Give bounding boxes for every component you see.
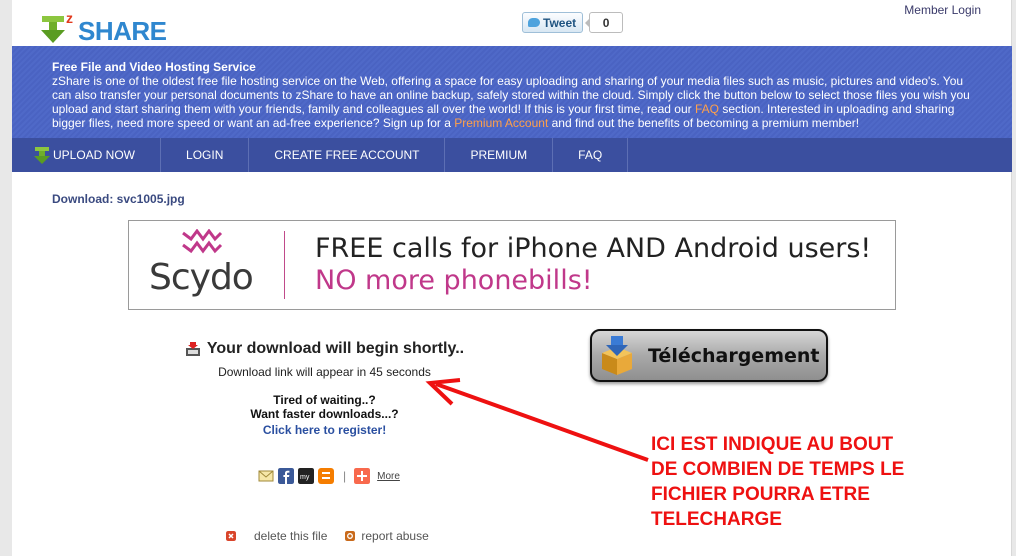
download-box-icon: [602, 335, 632, 375]
download-headline-text: Your download will begin shortly..: [206, 340, 465, 357]
download-file-title: Download: svc1005.jpg: [52, 192, 185, 206]
faster-text: Want faster downloads...?: [250, 407, 399, 421]
email-icon[interactable]: [258, 468, 274, 484]
download-arrow-icon: [41, 16, 65, 43]
twitter-bird-icon: [528, 18, 540, 27]
download-countdown-box: Your download will begin shortly.. Downl…: [162, 340, 487, 439]
annotation-line-4: TELECHARGE: [651, 509, 782, 530]
intro-title: Free File and Video Hosting Service: [52, 60, 256, 74]
scydo-ad-banner[interactable]: Scydo FREE calls for iPhone AND Android …: [128, 220, 896, 310]
zshare-logo[interactable]: z SHARE: [40, 10, 170, 46]
nav-create-account[interactable]: CREATE FREE ACCOUNT: [249, 138, 446, 172]
annotation-line-3: FICHIER POURRA ETRE: [651, 484, 870, 505]
delete-icon: [226, 531, 236, 541]
tweet-widget: Tweet 0: [522, 12, 624, 33]
myspace-icon[interactable]: my: [298, 468, 314, 484]
nav-upload-now-label: UPLOAD NOW: [53, 148, 136, 162]
tired-of-waiting-text: Tired of waiting..? Want faster download…: [162, 393, 487, 421]
countdown-text: Download link will appear in 45 seconds: [218, 365, 431, 379]
ad-line-1: FREE calls for iPhone AND Android users!: [315, 233, 872, 264]
more-plus-icon[interactable]: [354, 468, 371, 484]
tired-text: Tired of waiting..?: [273, 393, 376, 407]
nav-faq[interactable]: FAQ: [553, 138, 629, 172]
file-actions: delete this file report abuse: [226, 529, 429, 543]
facebook-icon[interactable]: [278, 468, 294, 484]
telechargement-button[interactable]: Téléchargement: [590, 329, 828, 382]
ad-divider: [284, 231, 285, 299]
share-separator: |: [343, 469, 347, 483]
blogger-icon[interactable]: [318, 468, 334, 484]
svg-text:my: my: [300, 474, 310, 481]
download-headline: Your download will begin shortly..: [162, 340, 487, 358]
ad-line-2: NO more phonebills!: [315, 265, 593, 296]
annotation-line-1: ICI EST INDIQUE AU BOUT: [651, 434, 894, 455]
annotation-text: ICI EST INDIQUE AU BOUT DE COMBIEN DE TE…: [651, 432, 904, 532]
intro-text: zShare is one of the oldest free file ho…: [52, 74, 982, 130]
delete-file-link[interactable]: delete this file: [254, 529, 327, 543]
member-login-link[interactable]: Member Login: [904, 3, 981, 17]
premium-account-link[interactable]: Premium Account: [454, 116, 548, 130]
intro-text-3: and find out the benefits of becoming a …: [548, 116, 860, 130]
tweet-label: Tweet: [543, 15, 577, 30]
report-abuse-icon: [345, 531, 356, 541]
nav-upload-now[interactable]: UPLOAD NOW: [12, 138, 162, 172]
tweet-button[interactable]: Tweet: [522, 12, 584, 33]
annotation-line-2: DE COMBIEN DE TEMPS LE: [651, 459, 905, 480]
scydo-brand: Scydo: [149, 257, 254, 298]
share-bar: my | More: [258, 468, 400, 484]
upload-arrow-icon: [34, 147, 50, 164]
download-tray-icon: [185, 342, 200, 356]
tweet-count: 0: [585, 12, 624, 33]
main-nav: UPLOAD NOW LOGIN CREATE FREE ACCOUNT PRE…: [12, 138, 1012, 172]
faq-inline-link[interactable]: FAQ: [695, 102, 719, 116]
share-more-link[interactable]: More: [377, 471, 400, 482]
logo-z: z: [66, 10, 73, 26]
nav-premium[interactable]: PREMIUM: [445, 138, 554, 172]
logo-word: SHARE: [78, 16, 167, 46]
telechargement-label: Téléchargement: [648, 344, 820, 367]
report-abuse-link[interactable]: report abuse: [361, 529, 428, 543]
register-link[interactable]: Click here to register!: [263, 423, 386, 437]
intro-banner: Free File and Video Hosting Service zSha…: [12, 46, 1012, 138]
nav-login[interactable]: LOGIN: [161, 138, 250, 172]
